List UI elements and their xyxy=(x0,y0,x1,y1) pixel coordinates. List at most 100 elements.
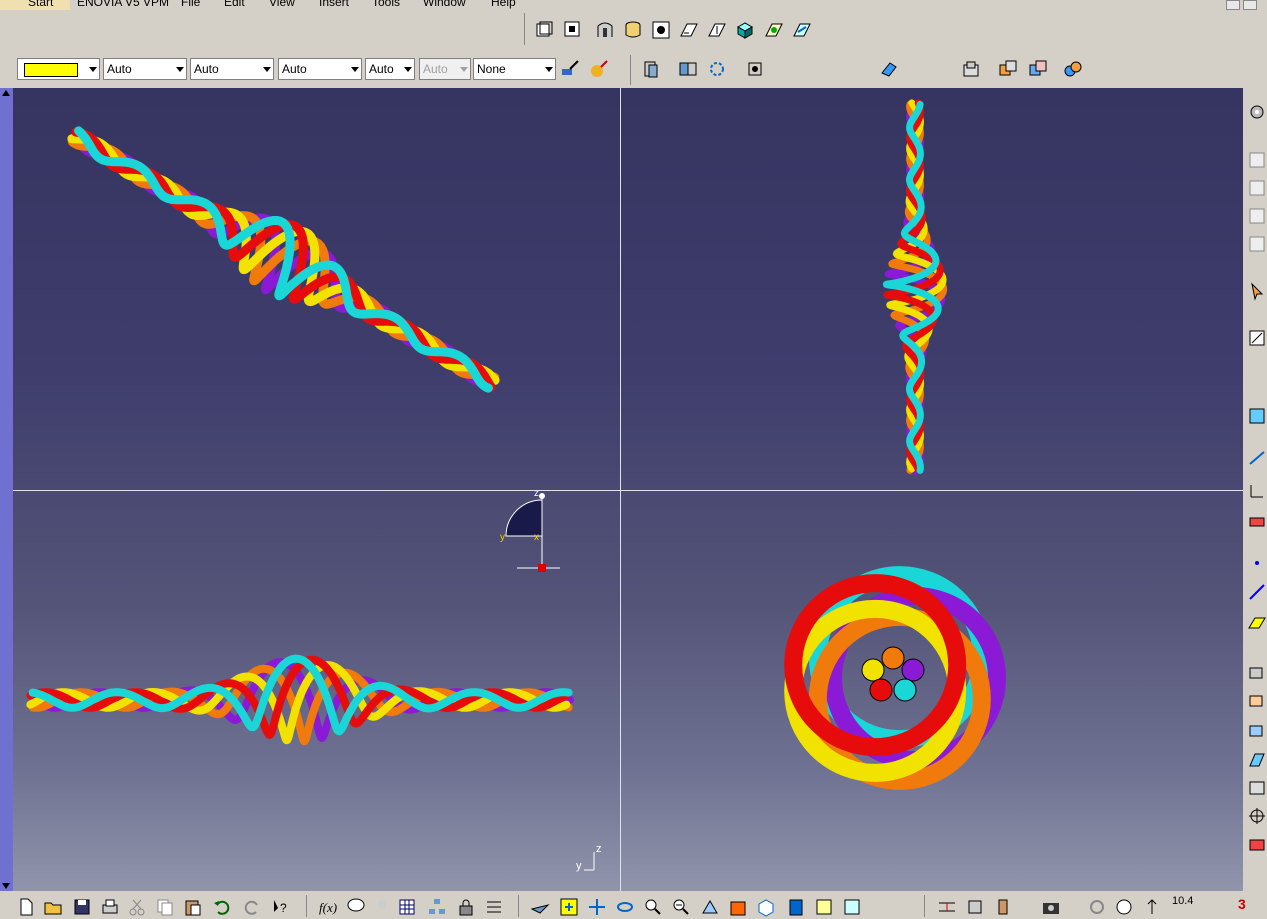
wire-end-cyan[interactable] xyxy=(893,678,917,702)
target-icon[interactable] xyxy=(1247,806,1267,826)
inertia-icon[interactable] xyxy=(993,897,1013,917)
undo-icon[interactable] xyxy=(212,897,232,917)
settings-icon[interactable] xyxy=(1247,102,1267,122)
constraint-icon[interactable] xyxy=(707,59,727,79)
distance-icon[interactable] xyxy=(937,897,957,917)
shading-mode-icon[interactable] xyxy=(786,897,806,917)
snap-icon[interactable] xyxy=(745,59,765,79)
rotate-icon[interactable] xyxy=(615,897,635,917)
normal-to-icon[interactable] xyxy=(700,897,720,917)
stamp-icon[interactable] xyxy=(1247,510,1267,530)
product-icon[interactable] xyxy=(961,59,981,79)
render-icon[interactable] xyxy=(595,20,615,40)
assembly-icon[interactable] xyxy=(678,59,698,79)
hierarchy-icon[interactable] xyxy=(427,897,447,917)
swap-visible-icon[interactable] xyxy=(842,897,862,917)
none-select[interactable]: None xyxy=(473,58,556,80)
copy-icon[interactable] xyxy=(155,897,175,917)
pan-icon[interactable] xyxy=(563,20,583,40)
select-arrow-icon[interactable] xyxy=(1247,281,1267,301)
menu-start[interactable]: Start xyxy=(28,0,53,9)
loft-icon[interactable] xyxy=(1247,778,1267,798)
plane-tool-icon[interactable] xyxy=(1247,612,1267,632)
axis-system-icon[interactable] xyxy=(1247,481,1267,501)
left-scroll-strip[interactable] xyxy=(0,88,13,891)
multi-view-icon[interactable] xyxy=(728,897,748,917)
fit-all-in-icon[interactable] xyxy=(559,897,579,917)
menu-enovia[interactable]: ENOVIA V5 VPM xyxy=(77,0,169,9)
open-file-icon[interactable] xyxy=(43,897,63,917)
point-icon[interactable] xyxy=(1247,553,1267,573)
menu-help[interactable]: Help xyxy=(491,0,516,9)
save-icon[interactable] xyxy=(72,897,92,917)
extrude-icon[interactable] xyxy=(1247,662,1267,682)
redo-icon[interactable] xyxy=(242,897,262,917)
menu-tools[interactable]: Tools xyxy=(372,0,400,9)
lock-icon[interactable] xyxy=(456,897,476,917)
materials-icon[interactable] xyxy=(792,20,812,40)
iso-view-icon[interactable] xyxy=(756,897,776,917)
sketch-icon[interactable] xyxy=(1247,328,1267,348)
catalog-icon[interactable] xyxy=(641,59,661,79)
fit-all-icon[interactable] xyxy=(534,20,554,40)
up-arrow-icon[interactable] xyxy=(1142,897,1162,917)
wire-cyan[interactable] xyxy=(74,126,493,393)
fill-icon[interactable] xyxy=(1247,834,1267,854)
eraser-icon[interactable] xyxy=(879,59,899,79)
sweep-icon[interactable] xyxy=(1247,750,1267,770)
tree-icon-2[interactable] xyxy=(1247,178,1267,198)
normal-view-icon[interactable] xyxy=(651,20,671,40)
tree-icon-1[interactable] xyxy=(1247,150,1267,170)
line-type-select[interactable]: Auto xyxy=(103,58,187,80)
whats-this-icon[interactable]: ? xyxy=(270,897,290,917)
painter-icon[interactable] xyxy=(589,59,609,79)
compass-widget[interactable]: z y x xyxy=(490,486,580,576)
swap-space-icon[interactable] xyxy=(707,20,727,40)
measure-item-icon[interactable] xyxy=(965,897,985,917)
pocket-icon[interactable] xyxy=(1247,720,1267,740)
formula-icon[interactable]: f(x) xyxy=(318,897,338,917)
wire-end-purple[interactable] xyxy=(901,658,925,682)
wire-end-orange[interactable] xyxy=(881,646,905,670)
wire-yellow[interactable] xyxy=(67,134,500,385)
comment-icon[interactable] xyxy=(346,897,366,917)
paint-brush-icon[interactable] xyxy=(560,59,580,79)
measure-icon[interactable] xyxy=(1247,448,1267,468)
menu-file[interactable]: File xyxy=(181,0,200,9)
line-icon[interactable] xyxy=(1247,582,1267,602)
cylinder-view-icon[interactable] xyxy=(623,20,643,40)
minimize-button[interactable] xyxy=(1226,0,1240,10)
zoom-out-icon[interactable] xyxy=(671,897,691,917)
wire-end-red[interactable] xyxy=(869,678,893,702)
zoom-in-icon[interactable] xyxy=(643,897,663,917)
hide-show-icon[interactable] xyxy=(679,20,699,40)
menu-insert[interactable]: Insert xyxy=(319,0,349,9)
plane-icon[interactable] xyxy=(1247,406,1267,426)
list-icon[interactable] xyxy=(484,897,504,917)
menu-edit[interactable]: Edit xyxy=(224,0,245,9)
move-icon[interactable] xyxy=(587,897,607,917)
restore-button[interactable] xyxy=(1243,0,1257,10)
tree-icon-3[interactable] xyxy=(1247,206,1267,226)
edges-icon[interactable] xyxy=(764,20,784,40)
paste-icon[interactable] xyxy=(183,897,203,917)
clash-icon[interactable] xyxy=(1063,59,1083,79)
globe-icon[interactable] xyxy=(1114,897,1134,917)
layer-select[interactable]: Auto xyxy=(365,58,415,80)
camera-icon[interactable] xyxy=(1041,897,1061,917)
cut-icon[interactable] xyxy=(127,897,147,917)
fill-color-select[interactable] xyxy=(17,58,100,80)
refresh-icon[interactable] xyxy=(1087,897,1107,917)
new-file-icon[interactable] xyxy=(16,897,36,917)
shading-icon[interactable] xyxy=(735,20,755,40)
thickness-select[interactable]: Auto xyxy=(190,58,274,80)
tree-icon-4[interactable] xyxy=(1247,234,1267,254)
explode-icon[interactable] xyxy=(998,59,1018,79)
table-icon[interactable] xyxy=(397,897,417,917)
manipulate-icon[interactable] xyxy=(1028,59,1048,79)
knowledge-icon[interactable] xyxy=(372,897,392,917)
print-icon[interactable] xyxy=(100,897,120,917)
revolve-icon[interactable] xyxy=(1247,690,1267,710)
wire-end-yellow[interactable] xyxy=(861,658,885,682)
hide-icon[interactable] xyxy=(814,897,834,917)
